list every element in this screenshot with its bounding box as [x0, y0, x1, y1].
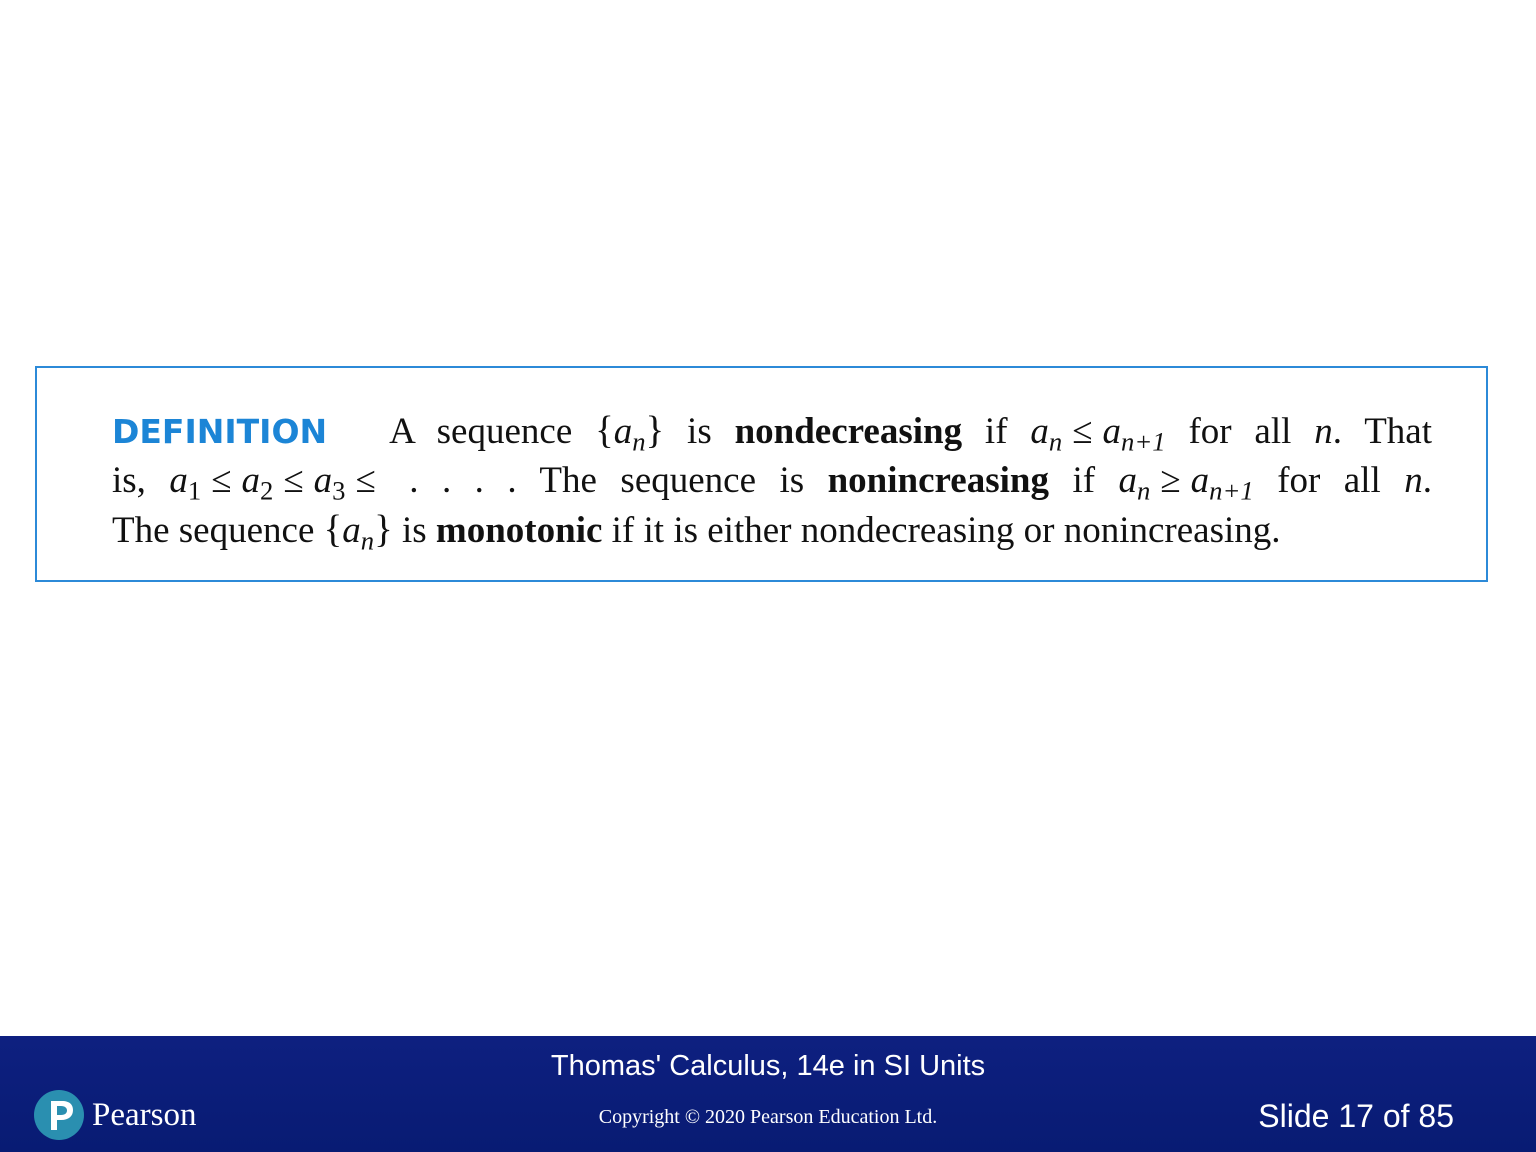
text: is: [392, 510, 436, 551]
slide-number: Slide 17 of 85: [1258, 1098, 1454, 1134]
subscript-n: n: [1137, 475, 1151, 506]
subscript-3: 3: [332, 475, 346, 506]
relation-le: ≤: [283, 460, 304, 501]
subscript-n-plus-1: n+1: [1209, 475, 1254, 506]
subscript-n: n: [1048, 426, 1063, 457]
var-a: a: [342, 510, 361, 551]
brace-close: }: [645, 409, 665, 452]
brace-open: {: [595, 409, 614, 452]
text: for all: [1253, 460, 1405, 501]
text: is: [664, 411, 735, 452]
relation-le: ≤: [1072, 411, 1093, 452]
brace-close: }: [374, 508, 393, 551]
definition-line-2: is, a1 ≤ a2 ≤ a3 ≤ . . . . The sequence is no…: [112, 456, 1432, 505]
subscript-n-plus-1: n+1: [1121, 426, 1166, 457]
var-a: a: [169, 460, 188, 501]
relation-le: ≤: [355, 460, 376, 501]
text: . . . . The sequence is: [385, 460, 828, 501]
definition-label: DEFINITION: [112, 412, 328, 451]
text: for all: [1165, 411, 1315, 452]
var-a: a: [313, 460, 333, 501]
text: if: [1048, 460, 1119, 501]
var-a: a: [241, 460, 261, 501]
relation-ge: ≥: [1160, 460, 1181, 501]
var-a: a: [613, 411, 633, 452]
definition-line-1: DEFINITION A sequence {an} is nondecreasi…: [112, 406, 1432, 456]
text: if it is either nondecreasing or nonincr…: [602, 510, 1281, 551]
var-a: a: [1102, 411, 1122, 452]
var-a: a: [1118, 460, 1138, 501]
subscript-2: 2: [260, 475, 274, 506]
definition-box: DEFINITION A sequence {an} is nondecreasi…: [35, 366, 1488, 582]
subscript-n: n: [632, 426, 646, 457]
relation-le: ≤: [211, 460, 232, 501]
text: if: [962, 411, 1031, 452]
text: .: [1422, 460, 1432, 501]
book-title: Thomas' Calculus, 14e in SI Units: [550, 1050, 986, 1082]
definition-line-3: The sequence {an} is monotonic if it is …: [112, 505, 1432, 555]
slide-body: DEFINITION A sequence {an} is nondecreasi…: [0, 0, 1536, 1036]
var-n: n: [1404, 460, 1423, 501]
subscript-n: n: [360, 525, 375, 556]
term-monotonic: monotonic: [435, 510, 603, 551]
subscript-1: 1: [187, 475, 202, 506]
text: is,: [112, 460, 170, 501]
var-a: a: [1190, 460, 1210, 501]
slide-footer: Pearson Thomas' Calculus, 14e in SI Unit…: [0, 1036, 1536, 1152]
var-n: n: [1314, 411, 1333, 452]
text: A sequence: [389, 411, 596, 452]
definition-text: DEFINITION A sequence {an} is nondecreasi…: [112, 406, 1432, 555]
term-nonincreasing: nonincreasing: [827, 460, 1049, 501]
brace-open: {: [323, 508, 343, 551]
text: The sequence: [112, 510, 324, 551]
text: . That: [1332, 411, 1432, 452]
var-a: a: [1030, 411, 1049, 452]
term-nondecreasing: nondecreasing: [734, 411, 963, 452]
